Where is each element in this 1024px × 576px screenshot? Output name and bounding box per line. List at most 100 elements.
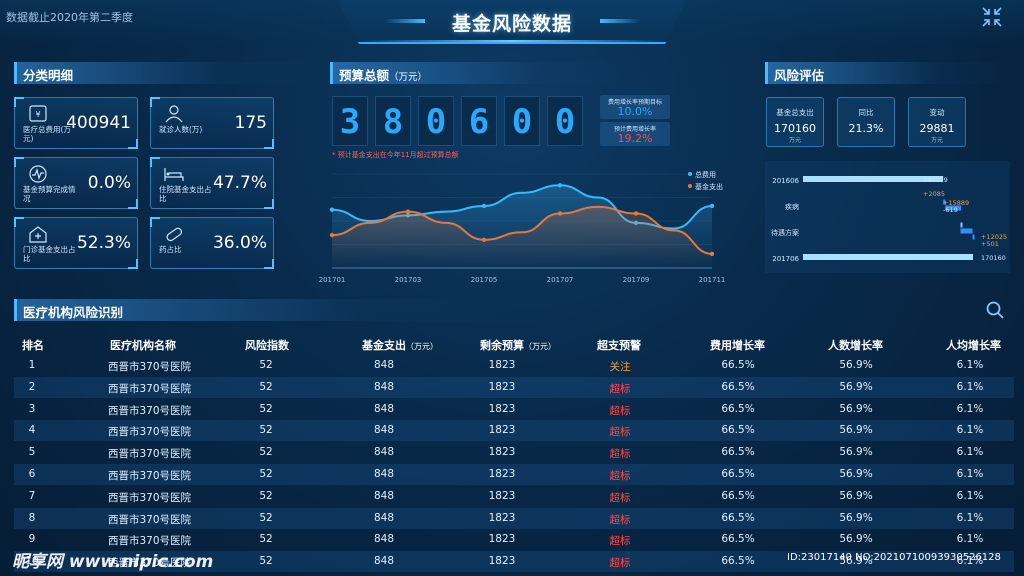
- budget-digit: 8: [375, 96, 411, 146]
- table-row[interactable]: 3 西晋市370号医院 52 848 1823 超标 66.5% 56.9% 6.1%: [14, 399, 1014, 420]
- table-cell: 848: [373, 511, 395, 524]
- waterfall-bar: [960, 222, 963, 228]
- table-cell: 66.5%: [721, 424, 755, 437]
- legend-marker: [688, 172, 692, 176]
- table-cell: 6.1%: [956, 424, 984, 437]
- card-drug-share: 药占比 36.0%: [150, 217, 274, 269]
- bed-icon: [164, 168, 184, 181]
- table-cell: 西晋市370号医院: [108, 470, 192, 482]
- table-cell: 超标: [609, 535, 631, 548]
- legend-label: 基金支出: [695, 182, 723, 191]
- waterfall-label: +2085: [923, 190, 945, 198]
- legend-label: 总费用: [695, 170, 716, 179]
- table-cell: 超标: [609, 470, 631, 482]
- card-label: 基金预算完成情况: [23, 185, 76, 203]
- waterfall-category: 待遇方案: [771, 228, 799, 237]
- table-cell: 西晋市370号医院: [108, 404, 192, 417]
- card-value: 175: [234, 113, 267, 133]
- risk-card-value: 21.3%: [848, 122, 884, 135]
- data-point: [709, 203, 715, 209]
- table-row[interactable]: 8 西晋市370号医院 52 848 1823 超标 66.5% 56.9% 6.1%: [14, 507, 1014, 529]
- table-cell: 52: [259, 555, 273, 568]
- table-row[interactable]: 5 西晋市370号医院 52 848 1823 超标 66.5% 56.9% 6.1%: [14, 442, 1014, 463]
- risk-card-unit: 万元: [788, 137, 801, 144]
- card-label: 就诊人数(万): [159, 125, 203, 134]
- predicted-growth: 预计费用增长率 19.2%: [600, 122, 670, 146]
- table-cell: 66.5%: [721, 533, 755, 546]
- budget-section-title: 预算总额（万元）: [339, 68, 428, 83]
- table-cell: 5: [28, 446, 36, 459]
- waterfall-category: 201706: [772, 255, 799, 263]
- card-value: 36.0%: [212, 233, 267, 253]
- table-cell: 56.9%: [839, 359, 873, 371]
- x-tick-label: 201707: [547, 276, 574, 284]
- table-cell: 1823: [488, 468, 516, 480]
- x-tick-label: 201703: [395, 276, 422, 284]
- expected-growth-value: 10.0%: [617, 105, 653, 118]
- card-inpatient-share: 住院基金支出占比 47.7%: [150, 157, 274, 209]
- search-icon[interactable]: [985, 300, 1005, 320]
- table-cell: 56.9%: [839, 489, 873, 502]
- table-cell: 848: [373, 402, 395, 415]
- collapse-icon[interactable]: [980, 5, 1004, 29]
- header-fund-expenditure: 基金支出（万元）: [362, 339, 438, 352]
- table-cell: 848: [373, 555, 395, 568]
- table-cell: 9: [28, 533, 36, 546]
- budget-digit: 3: [332, 96, 368, 146]
- table-cell: 超标: [609, 382, 631, 395]
- budget-digit: 0: [547, 96, 583, 146]
- table-cell: 66.5%: [721, 402, 755, 415]
- card-label: 药占比: [159, 245, 182, 254]
- table-row[interactable]: 2 西晋市370号医院 52 848 1823 超标 66.5% 56.9% 6.1%: [14, 376, 1014, 398]
- table-cell: 超标: [609, 426, 631, 439]
- table-row[interactable]: 7 西晋市370号医院 52 848 1823 超标 66.5% 56.9% 6.1%: [14, 486, 1014, 507]
- risk-card-title: 基金总支出: [776, 108, 814, 117]
- table-cell: 66.5%: [721, 511, 755, 524]
- data-point: [557, 211, 563, 216]
- svg-text:¥: ¥: [35, 110, 40, 119]
- table-cell: 西晋市370号医院: [108, 382, 192, 395]
- table-cell: 66.5%: [721, 555, 755, 568]
- table-cell: 52: [259, 533, 273, 546]
- waterfall-label: +501: [981, 240, 999, 248]
- risk-card-change: 变动 29881 万元: [908, 97, 966, 147]
- table-cell: 848: [373, 468, 395, 480]
- table-row[interactable]: 4 西晋市370号医院 52 848 1823 超标 66.5% 56.9% 6.1%: [14, 420, 1014, 442]
- title-decoration-left: [385, 19, 425, 23]
- budget-digit: 0: [418, 96, 454, 146]
- table-cell: 1823: [488, 555, 516, 568]
- table-cell: 848: [373, 533, 395, 546]
- table-cell: 1823: [488, 511, 516, 524]
- table-cell: 关注: [609, 361, 631, 373]
- table-cell: 52: [259, 380, 273, 393]
- risk-section-header: 风险评估: [765, 62, 1010, 84]
- table-cell: 6.1%: [956, 489, 984, 502]
- data-point: [329, 207, 335, 212]
- waterfall-bar: [972, 234, 975, 240]
- table-cell: 超标: [609, 557, 631, 570]
- table-cell: 66.5%: [721, 489, 755, 502]
- table-cell: 7: [28, 489, 36, 502]
- risk-card-title: 变动: [929, 108, 945, 117]
- data-point: [709, 251, 715, 257]
- data-date-note: 数据截止2020年第二季度: [6, 11, 133, 24]
- risk-card-total-expenditure: 基金总支出 170160 万元: [766, 97, 824, 147]
- legend-marker: [688, 184, 692, 188]
- table-row[interactable]: 6 西晋市370号医院 52 848 1823 超标 66.5% 56.9% 6.1%: [14, 464, 1014, 485]
- waterfall-label: 140279: [923, 176, 948, 184]
- table-cell: 6.1%: [956, 380, 984, 393]
- watermark-id: ID:23017140 NO:20210710093930526128: [787, 552, 1001, 563]
- pill-icon: [166, 227, 183, 242]
- institution-section-header: 医疗机构风险识别: [14, 299, 514, 321]
- table-cell: 56.9%: [839, 402, 873, 415]
- table-cell: 6.1%: [956, 402, 984, 415]
- table-cell: 6.1%: [956, 468, 984, 480]
- budget-digit: 6: [461, 96, 497, 146]
- expected-growth-target: 费用增长率预期目标 10.0%: [600, 95, 670, 119]
- table-cell: 56.9%: [839, 533, 873, 546]
- header-risk-index: 风险指数: [245, 339, 289, 352]
- card-visits: 就诊人数(万) 175: [150, 97, 274, 149]
- table-row[interactable]: 1 西晋市370号医院 52 848 1823 关注 66.5% 56.9% 6.1%: [14, 355, 1014, 376]
- table-cell: 56.9%: [839, 446, 873, 459]
- table-cell: 848: [373, 359, 395, 371]
